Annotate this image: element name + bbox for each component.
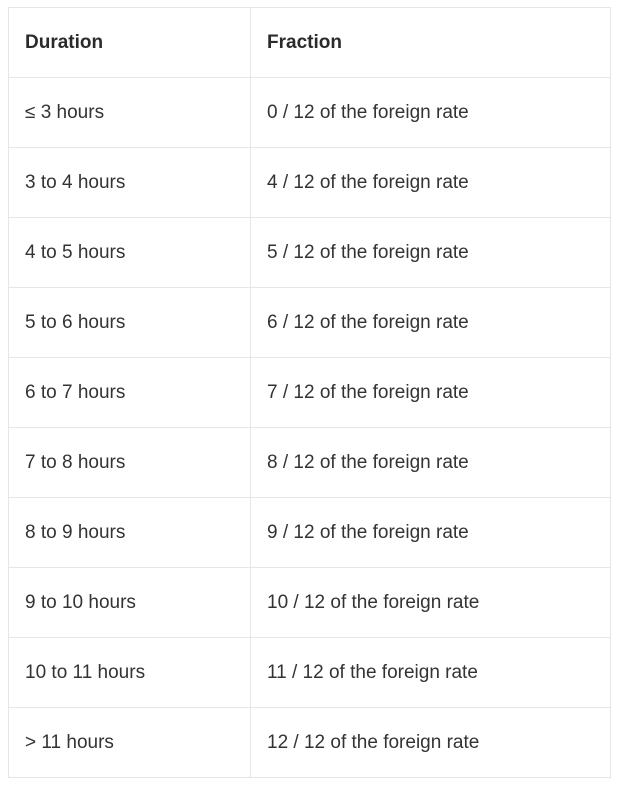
- cell-duration: 10 to 11 hours: [8, 637, 251, 708]
- table-row: 5 to 6 hours 6 / 12 of the foreign rate: [8, 287, 611, 358]
- cell-fraction: 8 / 12 of the foreign rate: [250, 427, 611, 498]
- table-row: 3 to 4 hours 4 / 12 of the foreign rate: [8, 147, 611, 218]
- table-row: 4 to 5 hours 5 / 12 of the foreign rate: [8, 217, 611, 288]
- table-row: 6 to 7 hours 7 / 12 of the foreign rate: [8, 357, 611, 428]
- table-header-row: Duration Fraction: [8, 7, 611, 78]
- cell-fraction: 9 / 12 of the foreign rate: [250, 497, 611, 568]
- table-row: > 11 hours 12 / 12 of the foreign rate: [8, 707, 611, 778]
- cell-fraction: 6 / 12 of the foreign rate: [250, 287, 611, 358]
- cell-fraction: 12 / 12 of the foreign rate: [250, 707, 611, 778]
- table-header: Duration Fraction: [8, 7, 611, 78]
- column-header-fraction: Fraction: [250, 7, 611, 78]
- cell-fraction: 0 / 12 of the foreign rate: [250, 77, 611, 148]
- table-row: ≤ 3 hours 0 / 12 of the foreign rate: [8, 77, 611, 148]
- cell-fraction: 11 / 12 of the foreign rate: [250, 637, 611, 708]
- table-row: 8 to 9 hours 9 / 12 of the foreign rate: [8, 497, 611, 568]
- cell-fraction: 10 / 12 of the foreign rate: [250, 567, 611, 638]
- table-body: ≤ 3 hours 0 / 12 of the foreign rate 3 to …: [8, 77, 611, 778]
- cell-duration: > 11 hours: [8, 707, 251, 778]
- table-row: 10 to 11 hours 11 / 12 of the foreign rat…: [8, 637, 611, 708]
- cell-fraction: 7 / 12 of the foreign rate: [250, 357, 611, 428]
- rate-table-container: Duration Fraction ≤ 3 hours 0 / 12 of the…: [8, 7, 611, 778]
- cell-fraction: 5 / 12 of the foreign rate: [250, 217, 611, 288]
- cell-fraction: 4 / 12 of the foreign rate: [250, 147, 611, 218]
- table-row: 7 to 8 hours 8 / 12 of the foreign rate: [8, 427, 611, 498]
- cell-duration: ≤ 3 hours: [8, 77, 251, 148]
- column-header-duration: Duration: [8, 7, 251, 78]
- cell-duration: 4 to 5 hours: [8, 217, 251, 288]
- cell-duration: 5 to 6 hours: [8, 287, 251, 358]
- page-root: Duration Fraction ≤ 3 hours 0 / 12 of the…: [0, 0, 618, 786]
- table-row: 9 to 10 hours 10 / 12 of the foreign rate: [8, 567, 611, 638]
- cell-duration: 6 to 7 hours: [8, 357, 251, 428]
- cell-duration: 9 to 10 hours: [8, 567, 251, 638]
- cell-duration: 7 to 8 hours: [8, 427, 251, 498]
- cell-duration: 3 to 4 hours: [8, 147, 251, 218]
- cell-duration: 8 to 9 hours: [8, 497, 251, 568]
- duration-fraction-table: Duration Fraction ≤ 3 hours 0 / 12 of the…: [8, 7, 611, 778]
